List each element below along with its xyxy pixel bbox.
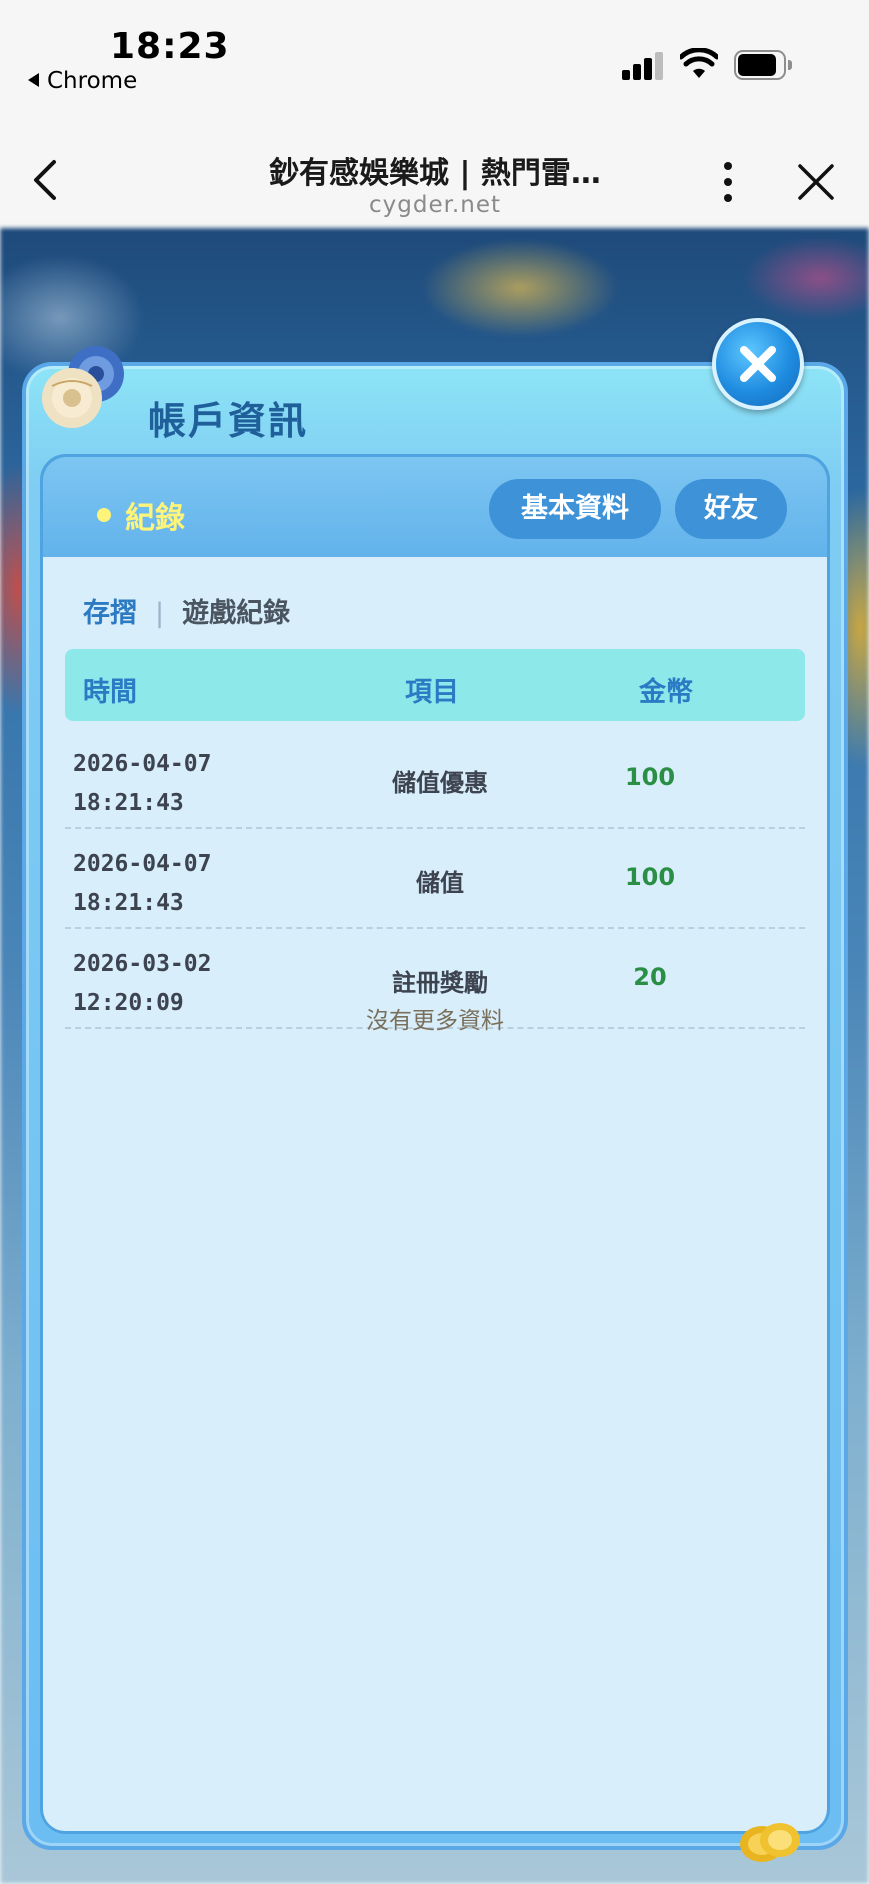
row-coins: 100 — [624, 763, 676, 791]
subtab-separator: | — [155, 598, 165, 629]
row-coins: 100 — [624, 863, 676, 891]
subtabs: 存摺 | 遊戲紀錄 — [83, 591, 290, 630]
wifi-icon — [680, 48, 718, 78]
modal-close-icon — [740, 346, 776, 382]
back-chevron-icon[interactable] — [30, 158, 60, 202]
row-coins: 20 — [633, 963, 667, 991]
coin-icon — [740, 1823, 800, 1862]
modal-title: 帳戶資訊 — [148, 399, 309, 443]
no-more-data-text: 沒有更多資料 — [366, 1008, 504, 1034]
column-header-item: 項目 — [405, 677, 459, 708]
signal-icon — [622, 52, 666, 80]
records-panel: 紀錄 基本資料 好友 存摺 | 遊戲紀錄 時間 項目 金幣 2026-04-07 18… — [40, 454, 830, 1834]
browser-header: 鈔有感娛樂城 | 熱門雷… cygder.net — [0, 110, 869, 228]
row-item: 儲值優惠 — [392, 769, 488, 797]
row-time: 2026-04-07 18:21:43 — [73, 851, 212, 916]
active-dot-icon — [97, 508, 111, 522]
back-triangle-icon — [28, 73, 39, 87]
close-icon[interactable] — [796, 162, 836, 202]
subtab-deposit[interactable]: 存摺 — [83, 598, 137, 629]
rose-icon — [42, 346, 124, 428]
table-row: 2026-04-07 18:21:43 儲值優惠 100 — [65, 729, 805, 829]
row-time: 2026-04-07 18:21:43 — [73, 751, 212, 816]
column-header-time: 時間 — [83, 677, 137, 708]
row-item: 註冊獎勵 — [392, 969, 488, 997]
back-app-label: Chrome — [47, 68, 138, 94]
table-header: 時間 項目 金幣 — [65, 649, 805, 721]
table-row: 2026-04-07 18:21:43 儲值 100 — [65, 829, 805, 929]
content-area: 存摺 | 遊戲紀錄 時間 項目 金幣 2026-04-07 18:21:43 儲值優惠… — [43, 557, 827, 1831]
status-bar: 18:23 Chrome — [0, 0, 869, 110]
tab-records[interactable]: 紀錄 — [97, 493, 185, 537]
modal-close-button[interactable] — [712, 318, 804, 410]
column-header-coins: 金幣 — [639, 677, 693, 708]
tab-basic-info[interactable]: 基本資料 — [489, 479, 661, 539]
tab-records-label: 紀錄 — [125, 501, 185, 536]
tab-header: 紀錄 基本資料 好友 — [43, 457, 827, 557]
subtab-game-records[interactable]: 遊戲紀錄 — [182, 598, 290, 629]
row-item: 儲值 — [416, 869, 464, 897]
status-time: 18:23 — [110, 26, 230, 67]
back-to-app-link[interactable]: Chrome — [28, 68, 137, 94]
battery-icon — [734, 50, 792, 80]
page-domain: cygder.net — [368, 192, 501, 218]
page-title: 鈔有感娛樂城 | 熱門雷… — [269, 156, 601, 191]
more-vertical-icon[interactable] — [716, 158, 740, 206]
tab-friends[interactable]: 好友 — [675, 479, 787, 539]
